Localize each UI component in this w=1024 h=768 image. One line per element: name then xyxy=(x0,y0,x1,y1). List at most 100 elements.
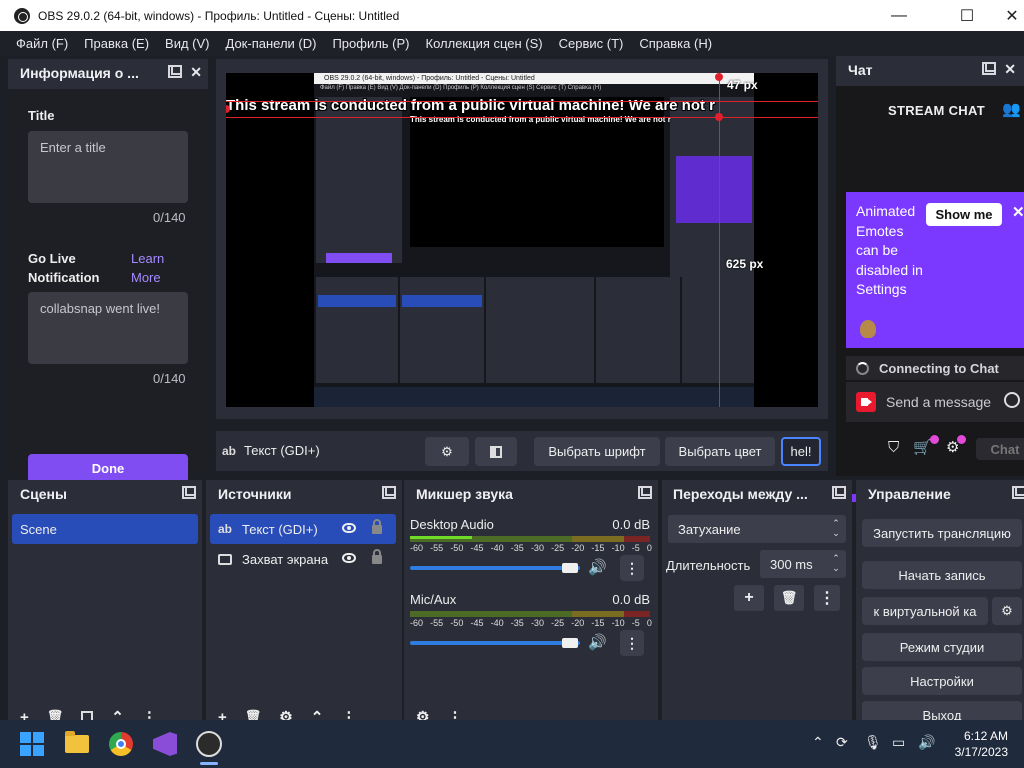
system-clock[interactable]: 6:12 AM 3/17/2023 xyxy=(955,728,1008,760)
menu-scene-collection[interactable]: Коллекция сцен (S) xyxy=(418,36,551,51)
source-toolbar-name: Текст (GDI+) xyxy=(244,443,320,458)
float-dock-icon[interactable] xyxy=(168,65,183,78)
volume-slider-knob[interactable] xyxy=(562,638,578,648)
send-message-input[interactable]: Send a message xyxy=(846,382,1024,422)
display-icon[interactable]: ▭ xyxy=(892,734,905,751)
preview-canvas[interactable]: OBS 29.0.2 (64-bit, windows) - Профиль: … xyxy=(226,73,818,407)
volume-slider[interactable] xyxy=(410,641,580,645)
show-me-button[interactable]: Show me xyxy=(926,203,1002,226)
settings-button[interactable]: Настройки xyxy=(862,667,1022,695)
channel-menu-button[interactable]: ⋮ xyxy=(620,555,644,581)
settings-icon[interactable]: ⚙ xyxy=(946,435,967,456)
virtual-camera-settings-button[interactable]: ⚙ xyxy=(992,597,1022,625)
filter-icon xyxy=(490,445,502,458)
menu-profile[interactable]: Профиль (P) xyxy=(324,36,417,51)
window-titlebar: OBS 29.0.2 (64-bit, windows) - Профиль: … xyxy=(0,0,1024,31)
connecting-status: Connecting to Chat xyxy=(846,356,1024,380)
tray-overflow-icon[interactable]: ⌃ xyxy=(812,734,824,751)
chat-dock: Чат ✕ STREAM CHAT 👥 Animated Emotes can … xyxy=(836,56,1024,502)
choose-color-button[interactable]: Выбрать цвет xyxy=(665,437,775,466)
start-virtual-camera-button[interactable]: к виртуальной ка xyxy=(862,597,988,625)
start-streaming-button[interactable]: Запустить трансляцию xyxy=(862,519,1022,547)
select-arrows-icon: ⌃ ⌄ xyxy=(832,518,840,538)
close-window-button[interactable]: ✕ xyxy=(1000,0,1024,31)
float-dock-icon[interactable] xyxy=(638,486,652,499)
update-icon[interactable]: ⟳ xyxy=(836,734,848,751)
source-item-screen-capture[interactable]: Захват экрана xyxy=(210,544,396,574)
float-dock-icon[interactable] xyxy=(182,486,196,499)
folder-icon xyxy=(65,731,89,753)
minimize-button[interactable]: — xyxy=(876,0,922,31)
visual-studio-button[interactable] xyxy=(149,728,181,760)
float-dock-icon[interactable] xyxy=(382,486,396,499)
volume-slider[interactable] xyxy=(410,566,580,570)
visibility-eye-icon[interactable] xyxy=(342,523,356,533)
obs-app-icon xyxy=(14,7,30,24)
menu-help[interactable]: Справка (H) xyxy=(631,36,720,51)
close-dock-icon[interactable]: ✕ xyxy=(1004,62,1016,76)
chrome-button[interactable] xyxy=(105,728,137,760)
transition-select[interactable]: Затухание ⌃ ⌄ xyxy=(668,515,846,543)
add-transition-button[interactable]: + xyxy=(734,585,764,611)
notification-input[interactable]: collabsnap went live! xyxy=(28,292,188,364)
nested-toast xyxy=(676,156,752,223)
float-dock-icon[interactable] xyxy=(982,62,997,75)
menu-edit[interactable]: Правка (E) xyxy=(76,36,157,51)
sources-dock: Источники ab Текст (GDI+) Захват экрана … xyxy=(206,480,402,728)
menu-view[interactable]: Вид (V) xyxy=(157,36,217,51)
source-properties-button[interactable]: ⚙ xyxy=(425,437,469,466)
volume-meter xyxy=(410,536,650,542)
float-dock-icon[interactable] xyxy=(1012,486,1024,499)
chat-button[interactable]: Chat xyxy=(976,438,1024,460)
nested-done-button xyxy=(326,253,392,263)
resize-handle-top[interactable] xyxy=(715,73,723,81)
text-source-icon: ab xyxy=(222,443,237,458)
clock-date: 3/17/2023 xyxy=(954,745,1008,759)
microphone-icon[interactable]: 🎙 xyxy=(864,734,882,751)
nested-mixer xyxy=(486,277,594,383)
file-explorer-button[interactable] xyxy=(61,728,93,760)
resize-handle-bottom[interactable] xyxy=(715,113,723,121)
title-input[interactable]: Enter a title xyxy=(28,131,188,203)
spin-arrows-icon[interactable]: ⌃ ⌄ xyxy=(828,553,844,573)
maximize-button[interactable]: ☐ xyxy=(944,0,990,31)
lock-icon[interactable] xyxy=(372,549,382,564)
visibility-eye-icon[interactable] xyxy=(342,553,356,563)
done-button[interactable]: Done xyxy=(28,454,188,483)
menu-docks[interactable]: Док-панели (D) xyxy=(218,36,325,51)
volume-slider-knob[interactable] xyxy=(562,563,578,573)
close-toast-icon[interactable]: ✕ xyxy=(1012,203,1024,221)
emoji-icon[interactable] xyxy=(1004,392,1020,408)
start-recording-button[interactable]: Начать запись xyxy=(862,561,1022,589)
close-dock-icon[interactable]: ✕ xyxy=(190,65,202,79)
transition-menu-button[interactable]: ⋮ xyxy=(814,585,840,611)
nested-source-item xyxy=(402,295,482,307)
learn-more-link[interactable]: Learn More xyxy=(131,249,181,287)
studio-mode-button[interactable]: Режим студии xyxy=(862,633,1022,661)
obs-taskbar-button[interactable] xyxy=(193,728,225,760)
menu-tools[interactable]: Сервис (T) xyxy=(551,36,632,51)
speaker-icon[interactable]: 🔊 xyxy=(588,633,607,651)
controls-title: Управление xyxy=(868,486,951,502)
cart-icon[interactable]: 🛒 xyxy=(913,435,939,456)
speaker-icon[interactable]: 🔊 xyxy=(588,558,607,576)
nested-scenes xyxy=(316,277,398,383)
channel-menu-button[interactable]: ⋮ xyxy=(620,630,644,656)
start-button[interactable] xyxy=(16,728,48,760)
source-filters-button[interactable] xyxy=(475,437,517,466)
clock-time: 6:12 AM xyxy=(963,729,1008,743)
float-dock-icon[interactable] xyxy=(832,486,846,499)
shield-icon[interactable]: ⛉ xyxy=(888,439,899,456)
text-edit-field[interactable]: hel! xyxy=(781,437,821,466)
duration-spinbox[interactable]: 300 ms ⌃ ⌄ xyxy=(760,550,846,578)
source-item-text[interactable]: ab Текст (GDI+) xyxy=(210,514,396,544)
choose-font-button[interactable]: Выбрать шрифт xyxy=(534,437,660,466)
people-icon[interactable]: 👥 xyxy=(1002,100,1021,118)
volume-icon[interactable]: 🔊 xyxy=(918,734,935,751)
scene-item[interactable]: Scene xyxy=(12,514,198,544)
menu-file[interactable]: Файл (F) xyxy=(8,36,76,51)
remove-transition-button[interactable]: 🗑 xyxy=(774,585,804,611)
lock-icon[interactable] xyxy=(372,519,382,534)
source-item-label: Текст (GDI+) xyxy=(242,521,318,537)
meter-scale: -60 -55 -50 -45 -40 -35 -30 -25 -20 -15 -10 -5 0 xyxy=(410,543,652,553)
